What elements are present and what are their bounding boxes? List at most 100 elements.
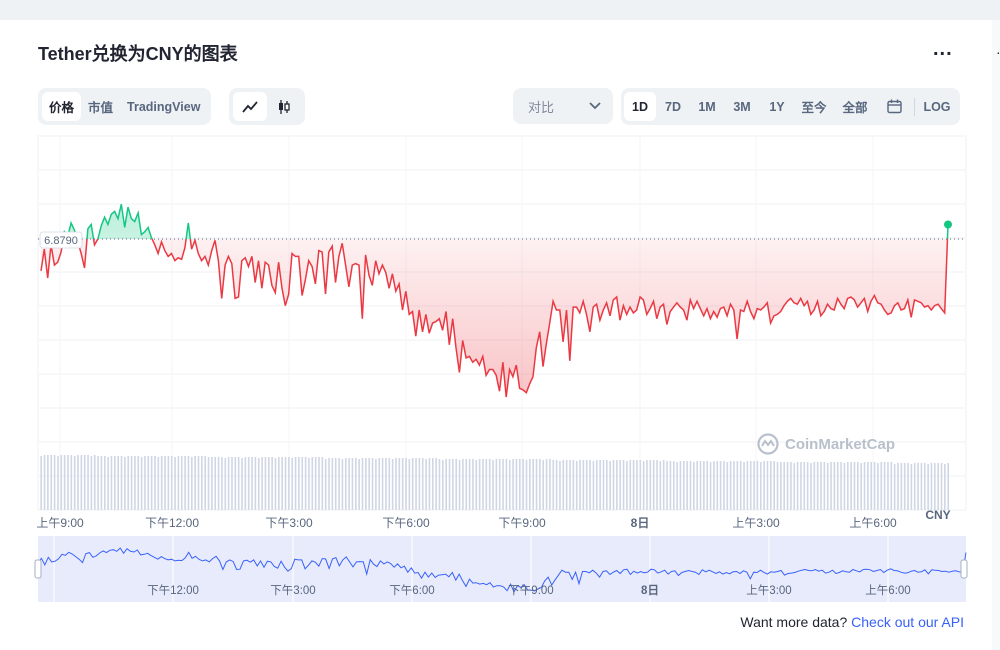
volume-bar bbox=[167, 456, 170, 510]
volume-bar bbox=[816, 462, 819, 510]
volume-bar bbox=[736, 461, 739, 510]
navigator-tick-label: 下午12:00 bbox=[147, 584, 199, 597]
volume-bar bbox=[274, 458, 277, 510]
volume-bar bbox=[50, 455, 53, 510]
volume-bar bbox=[224, 458, 227, 510]
navigator-tick-label: 下午9:00 bbox=[508, 584, 553, 597]
volume-bar bbox=[281, 457, 283, 510]
volume-bar bbox=[642, 461, 645, 510]
volume-bar bbox=[873, 462, 876, 510]
volume-bar bbox=[401, 458, 404, 510]
volume-bar bbox=[80, 455, 83, 510]
volume-bar bbox=[723, 461, 725, 510]
volume-bar bbox=[860, 463, 862, 510]
volume-bar bbox=[619, 460, 622, 510]
volume-bar bbox=[636, 460, 638, 510]
volume-bar bbox=[890, 462, 893, 510]
volume-bar bbox=[321, 457, 324, 510]
volume-bar bbox=[348, 458, 350, 510]
volume-bar bbox=[381, 458, 384, 510]
volume-bar bbox=[415, 458, 417, 510]
volume-bar bbox=[535, 459, 538, 510]
volume-bar bbox=[495, 459, 498, 510]
x-tick-label: 上午9:00 bbox=[36, 516, 84, 530]
navigator-handle-right[interactable] bbox=[960, 559, 968, 579]
volume-bar bbox=[43, 455, 46, 510]
coinmarketcap-watermark: CoinMarketCap bbox=[757, 433, 895, 455]
volume-bar bbox=[40, 456, 42, 510]
volume-bar bbox=[298, 457, 300, 510]
volume-bar bbox=[840, 462, 842, 510]
volume-bar bbox=[482, 459, 484, 510]
volume-bar bbox=[134, 456, 136, 510]
volume-bar bbox=[900, 463, 903, 510]
watermark-text: CoinMarketCap bbox=[785, 435, 896, 453]
api-link[interactable]: Check out our API bbox=[851, 614, 964, 630]
volume-bar bbox=[87, 455, 89, 510]
volume-bar bbox=[609, 461, 611, 510]
volume-bar bbox=[709, 462, 712, 510]
volume-bar bbox=[331, 458, 334, 510]
x-tick-label: 上午6:00 bbox=[849, 516, 897, 530]
volume-bar bbox=[662, 460, 665, 510]
volume-bar bbox=[713, 461, 715, 510]
volume-bar bbox=[324, 459, 327, 510]
volume-bar bbox=[157, 457, 160, 510]
x-tick-label: 下午9:00 bbox=[498, 516, 546, 530]
volume-bar bbox=[301, 457, 304, 510]
volume-bar bbox=[314, 457, 317, 510]
volume-bar bbox=[756, 461, 759, 510]
volume-bar bbox=[137, 456, 140, 510]
volume-bar bbox=[187, 456, 190, 510]
volume-bar bbox=[529, 459, 531, 510]
volume-bar bbox=[770, 461, 772, 510]
volume-bar bbox=[793, 463, 796, 510]
volume-bar bbox=[257, 458, 260, 510]
navigator[interactable]: 下午12:00 下午3:00 下午6:00 下午9:00 8日 上午3:00 上午6:00 bbox=[34, 536, 968, 602]
volume-bar bbox=[164, 456, 166, 510]
volume-bar bbox=[820, 462, 822, 510]
volume-bar bbox=[174, 457, 176, 510]
navigator-handle-left[interactable] bbox=[34, 559, 42, 579]
volume-bar bbox=[622, 460, 625, 510]
volume-bar bbox=[545, 459, 548, 510]
volume-bar bbox=[602, 460, 605, 510]
volume-bar bbox=[204, 456, 206, 510]
volume-bar bbox=[679, 461, 682, 510]
volume-bar bbox=[739, 461, 742, 510]
volume-bar bbox=[830, 462, 832, 510]
volume-bar bbox=[907, 463, 909, 510]
volume-bar bbox=[800, 462, 802, 510]
volume-bar bbox=[154, 456, 156, 510]
volume-bar bbox=[693, 462, 695, 510]
volume-bar bbox=[425, 459, 427, 510]
volume-bar bbox=[103, 456, 106, 510]
volume-bar bbox=[472, 459, 474, 510]
volume-bar bbox=[191, 457, 193, 510]
volume-bar bbox=[147, 456, 150, 510]
volume-bar bbox=[913, 463, 916, 510]
reference-label: 6.8790 bbox=[39, 231, 83, 249]
volume-bar bbox=[585, 460, 588, 510]
volume-bar bbox=[579, 460, 581, 510]
volume-bar bbox=[391, 459, 394, 510]
volume-bar bbox=[682, 461, 685, 510]
price-chart[interactable]: 6.8790 上午9:00 下午12:00 下午3:00 下午6:00 下午9:00 8日… bbox=[0, 0, 1000, 610]
volume-bar bbox=[455, 459, 458, 510]
volume-bar bbox=[575, 461, 578, 510]
volume-bar bbox=[729, 461, 732, 510]
volume-bar bbox=[180, 456, 183, 510]
volume-bar bbox=[288, 457, 290, 510]
volume-bar bbox=[773, 461, 775, 510]
volume-bar bbox=[947, 463, 949, 510]
volume-bar bbox=[110, 456, 113, 510]
volume-bar bbox=[368, 458, 370, 510]
volume-bar bbox=[599, 460, 601, 510]
volume-bar bbox=[485, 459, 488, 510]
volume-bar bbox=[120, 456, 123, 510]
volume-bar bbox=[810, 463, 812, 510]
volume-bar bbox=[93, 455, 96, 510]
volume-bar bbox=[850, 462, 852, 510]
volume-bar bbox=[234, 457, 237, 510]
volume-bar bbox=[559, 461, 561, 510]
